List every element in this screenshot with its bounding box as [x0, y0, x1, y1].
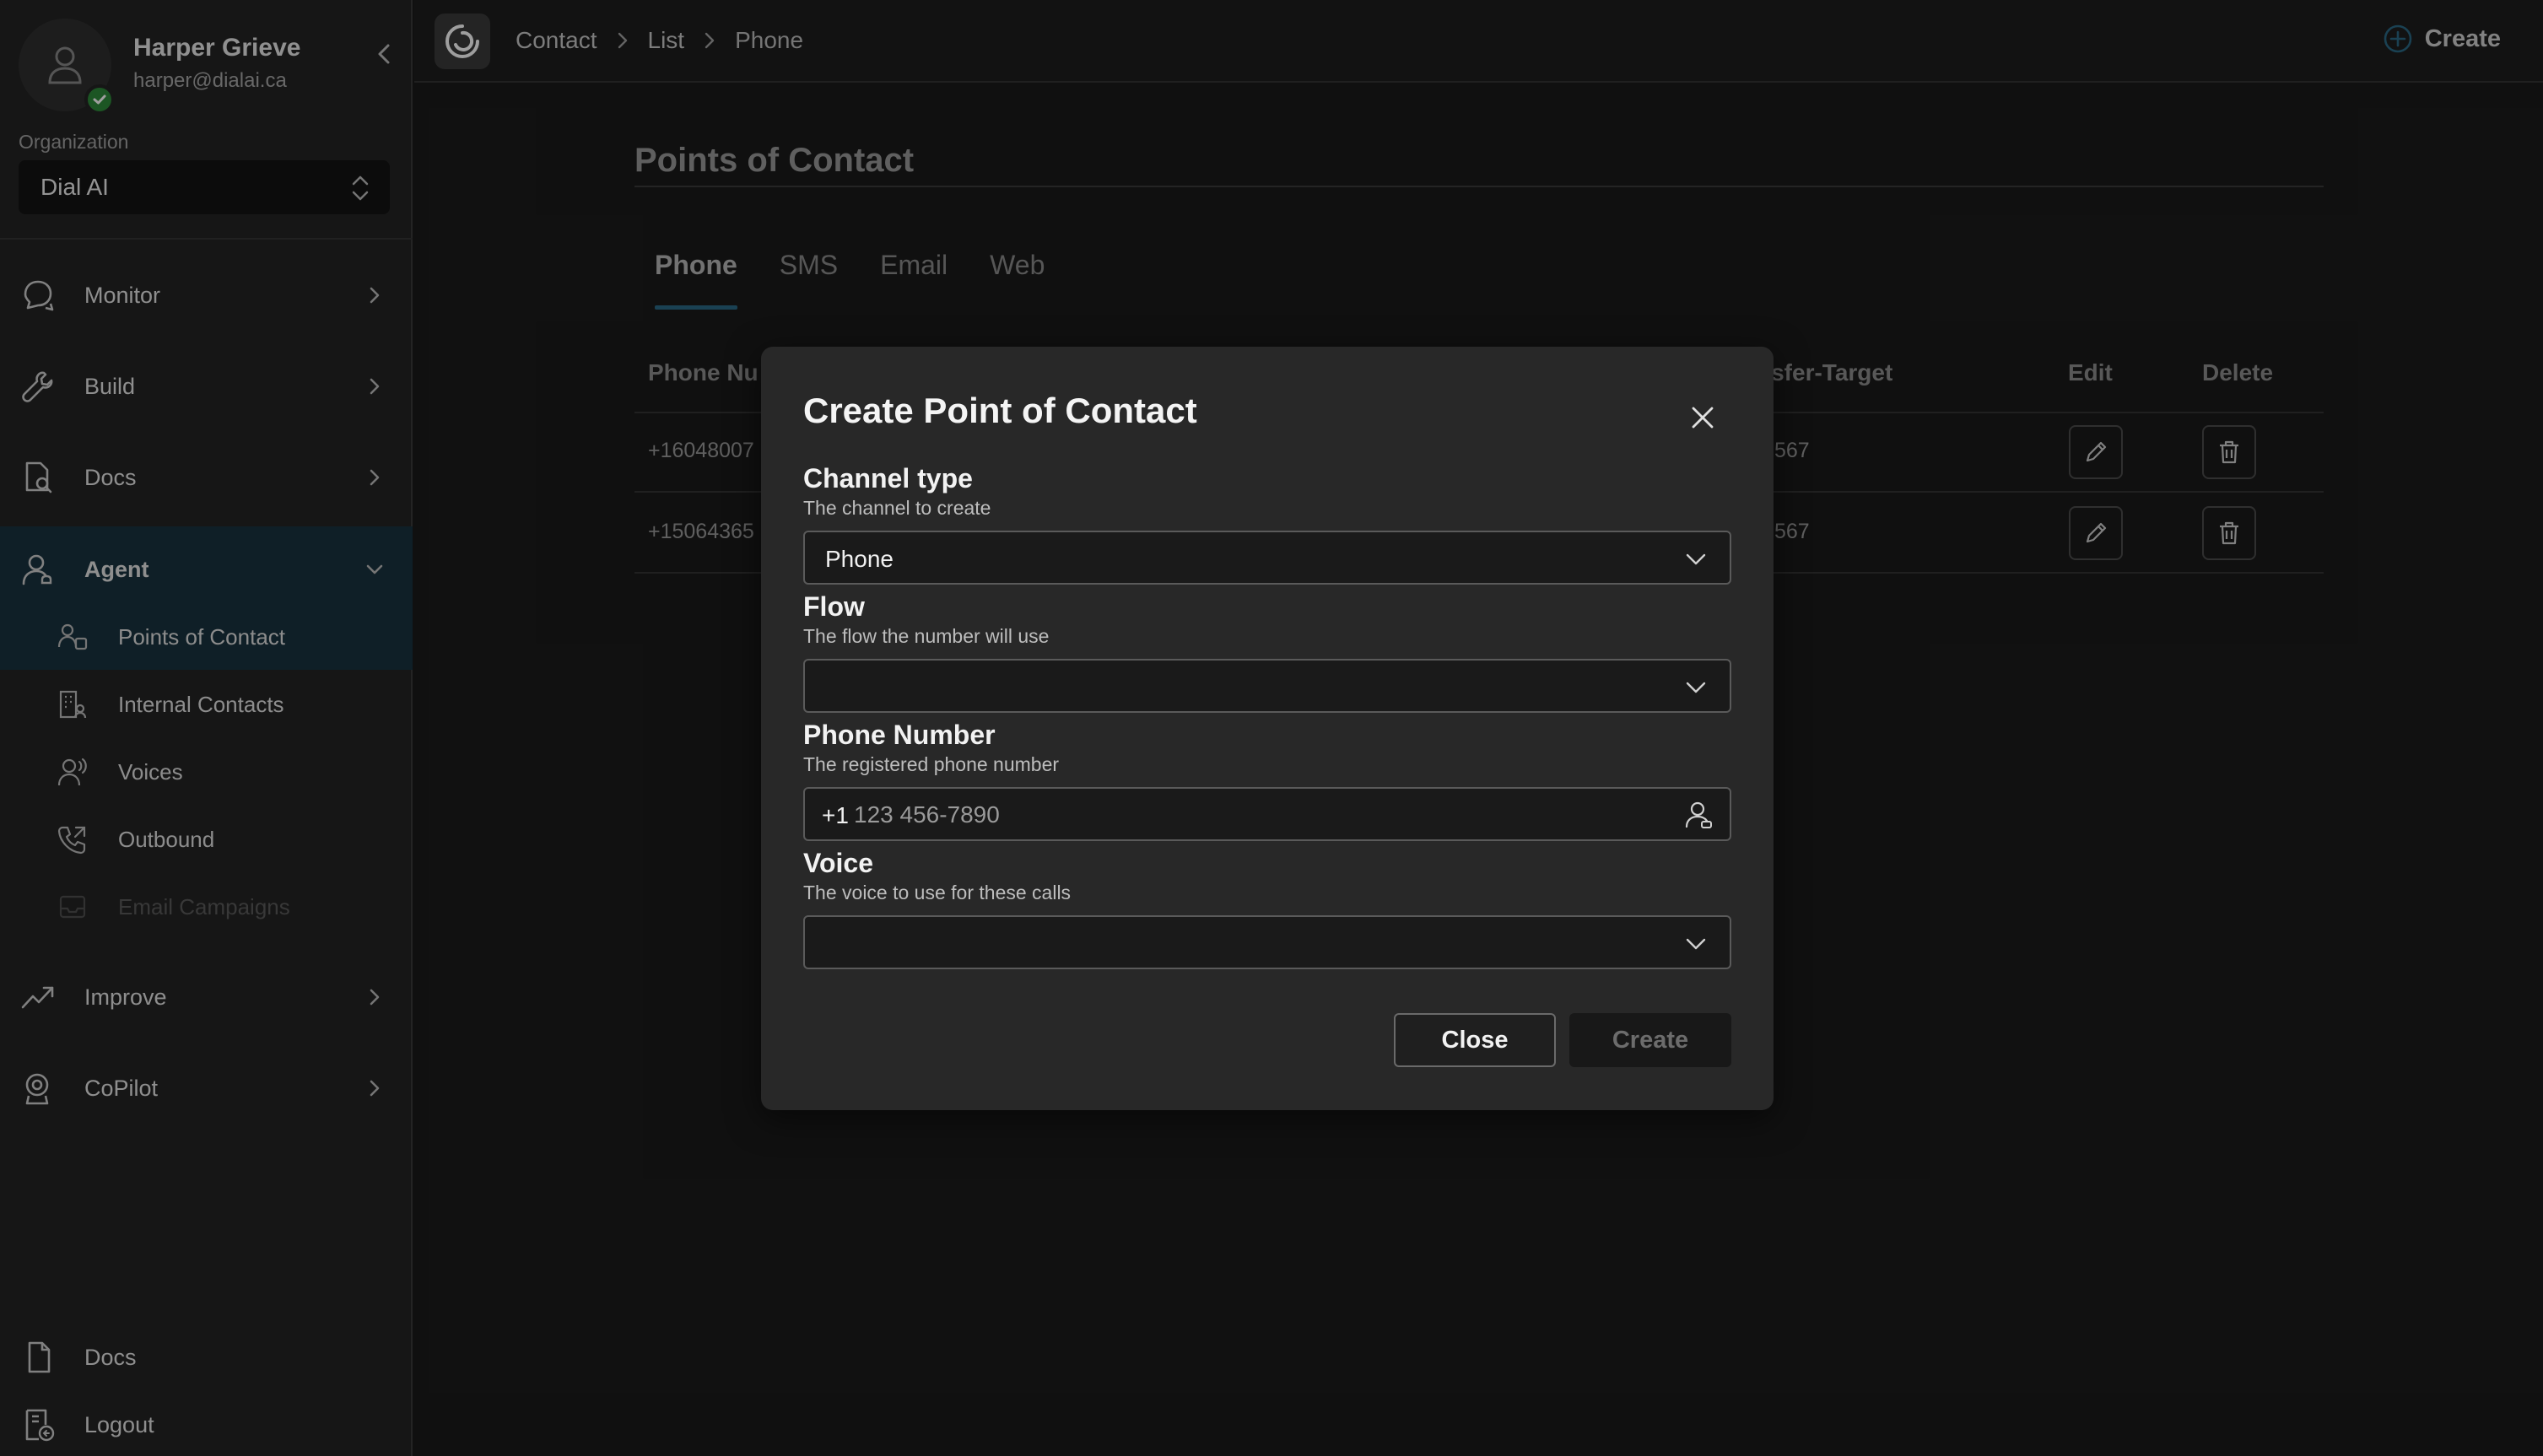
voice-select[interactable] [803, 915, 1731, 969]
contact-lookup-button[interactable] [1684, 801, 1713, 829]
create-point-of-contact-dialog: Create Point of Contact Channel type The… [761, 347, 1774, 1110]
phone-number-help: The registered phone number [803, 753, 1060, 775]
close-button[interactable]: Close [1394, 1013, 1556, 1067]
channel-type-value: Phone [825, 546, 894, 572]
channel-type-label: Channel type [803, 463, 973, 493]
flow-select[interactable] [803, 659, 1731, 713]
voice-help: The voice to use for these calls [803, 882, 1072, 903]
voice-label: Voice [803, 848, 873, 878]
chevron-down-icon [1686, 938, 1706, 950]
country-code-prefix: +1 [822, 802, 849, 828]
contact-lookup-icon [1685, 801, 1712, 828]
close-icon [1692, 407, 1714, 429]
chevron-down-icon [1686, 553, 1706, 565]
chevron-down-icon [1686, 682, 1706, 693]
flow-label: Flow [803, 591, 865, 622]
channel-type-help: The channel to create [803, 497, 991, 519]
create-button[interactable]: Create [1569, 1013, 1731, 1067]
channel-type-select[interactable]: Phone [803, 531, 1731, 585]
phone-number-label: Phone Number [803, 720, 996, 750]
phone-number-input[interactable] [854, 797, 1664, 833]
dialog-close-button[interactable] [1686, 401, 1720, 434]
phone-number-field[interactable]: +1 [803, 787, 1731, 841]
dialog-title: Create Point of Contact [803, 391, 1197, 430]
flow-help: The flow the number will use [803, 625, 1050, 647]
